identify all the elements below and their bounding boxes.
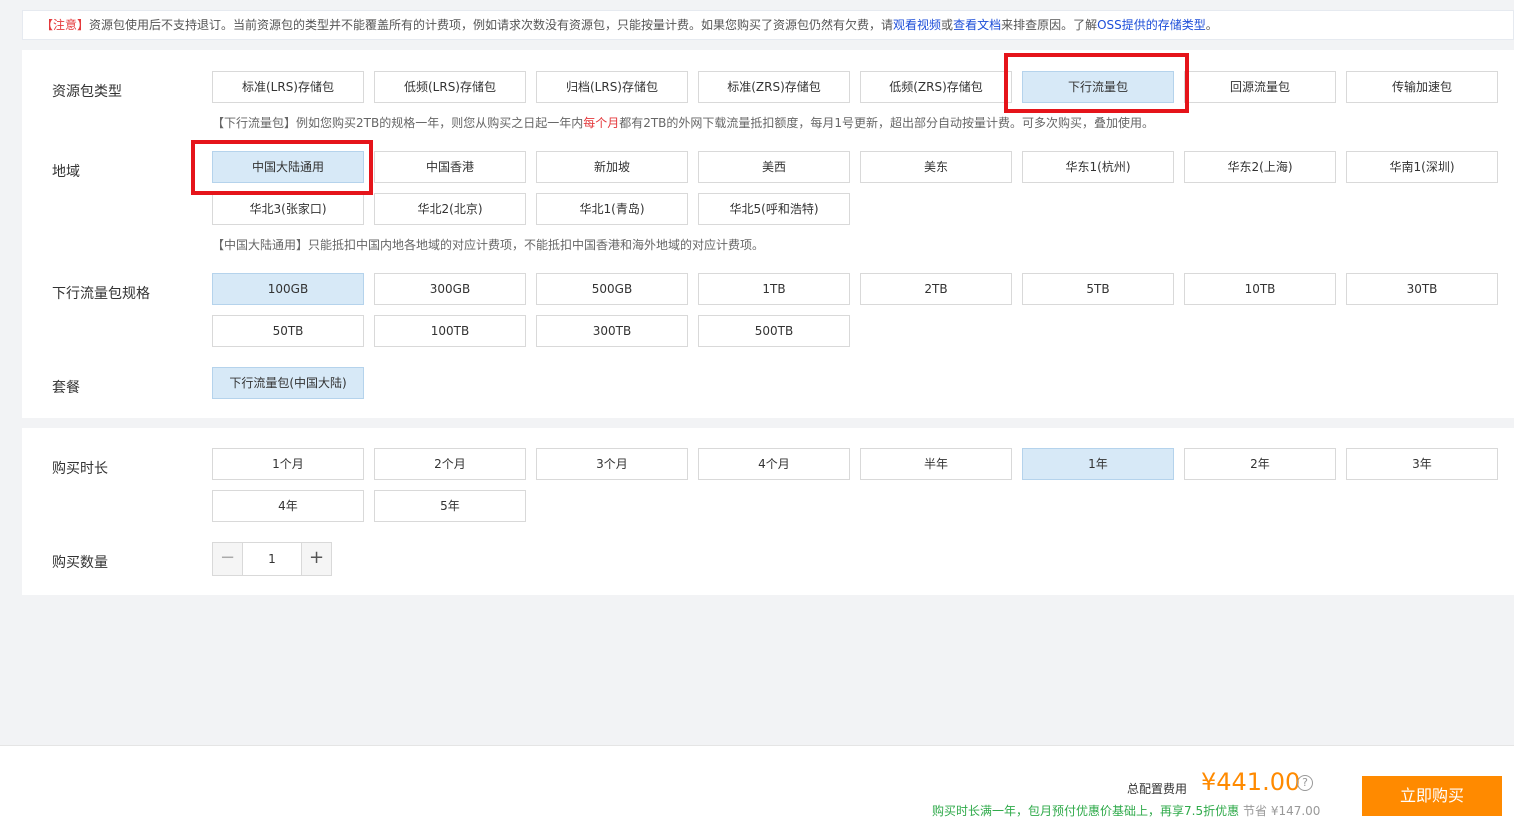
duration-option[interactable]: 2个月 (374, 448, 526, 480)
spec-option[interactable]: 100GB (212, 273, 364, 305)
duration-option[interactable]: 1年 (1022, 448, 1174, 480)
spec-option[interactable]: 100TB (374, 315, 526, 347)
quantity-label: 购买数量 (52, 555, 108, 571)
watch-video-link[interactable]: 观看视频 (893, 18, 941, 32)
package-type-option[interactable]: 标准(ZRS)存储包 (698, 71, 850, 103)
region-option[interactable]: 美东 (860, 151, 1012, 183)
decrement-button[interactable]: − (213, 543, 243, 575)
duration-option[interactable]: 3年 (1346, 448, 1498, 480)
plan-option[interactable]: 下行流量包(中国大陆) (212, 367, 364, 399)
package-type-option[interactable]: 标准(LRS)存储包 (212, 71, 364, 103)
region-option[interactable]: 美西 (698, 151, 850, 183)
spec-option[interactable]: 300GB (374, 273, 526, 305)
spec-option[interactable]: 30TB (1346, 273, 1498, 305)
region-option[interactable]: 华北1(青岛) (536, 193, 688, 225)
hint-emphasis: 每个月 (583, 116, 620, 130)
spec-option[interactable]: 300TB (536, 315, 688, 347)
hint-part-b: 都有2TB的外网下载流量抵扣额度，每月1号更新，超出部分自动按量计费。可多次购买… (619, 116, 1155, 130)
duration-option[interactable]: 半年 (860, 448, 1012, 480)
region-option[interactable]: 华北2(北京) (374, 193, 526, 225)
quantity-input[interactable]: 1 (243, 543, 301, 575)
notice-end: 。 (1205, 18, 1218, 32)
spec-option[interactable]: 1TB (698, 273, 850, 305)
spec-option[interactable]: 2TB (860, 273, 1012, 305)
total-price: ¥441.00 (1201, 768, 1301, 796)
total-cost-label: 总配置费用 (1127, 782, 1188, 796)
region-option[interactable]: 华北5(呼和浩特) (698, 193, 850, 225)
region-option[interactable]: 华东1(杭州) (1022, 151, 1174, 183)
buy-now-button[interactable]: 立即购买 (1362, 776, 1502, 816)
spec-option[interactable]: 10TB (1184, 273, 1336, 305)
notice-or: 或 (941, 18, 954, 32)
region-label: 地域 (52, 164, 80, 180)
duration-option[interactable]: 1个月 (212, 448, 364, 480)
notice-warning: 【注意】 (41, 18, 90, 32)
notice-bar: 【注意】资源包使用后不支持退订。当前资源包的类型并不能覆盖所有的计费项，例如请求… (22, 10, 1514, 40)
package-type-hint: 【下行流量包】例如您购买2TB的规格一年，则您从购买之日起一年内每个月都有2TB… (212, 114, 1154, 131)
duration-option[interactable]: 2年 (1184, 448, 1336, 480)
region-option[interactable]: 华东2(上海) (1184, 151, 1336, 183)
duration-option[interactable]: 3个月 (536, 448, 688, 480)
notice-text-2: 来排查原因。了解 (1001, 18, 1098, 32)
view-docs-link[interactable]: 查看文档 (953, 18, 1001, 32)
spec-option[interactable]: 5TB (1022, 273, 1174, 305)
package-type-option[interactable]: 传输加速包 (1346, 71, 1498, 103)
order-footer: 总配置费用 ¥441.00 ? 购买时长满一年，包月预付优惠价基础上，再享7.5… (0, 745, 1514, 833)
region-option[interactable]: 新加坡 (536, 151, 688, 183)
quantity-stepper: − 1 + (212, 542, 332, 576)
duration-option[interactable]: 4个月 (698, 448, 850, 480)
notice-text: 资源包使用后不支持退订。当前资源包的类型并不能覆盖所有的计费项，例如请求次数没有… (89, 18, 894, 32)
savings-text: 节省 ¥147.00 (1243, 804, 1321, 818)
region-option[interactable]: 中国香港 (374, 151, 526, 183)
package-config-card: 资源包类型 标准(LRS)存储包 低频(LRS)存储包 归档(LRS)存储包 标准(Z… (22, 50, 1514, 418)
purchase-config-card: 购买时长 1个月 2个月 3个月 4个月 半年 1年 2年 3年 4年 5年 购买数量 − 1 + (22, 428, 1514, 595)
duration-label: 购买时长 (52, 461, 108, 477)
plan-label: 套餐 (52, 380, 80, 396)
package-type-option[interactable]: 低频(ZRS)存储包 (860, 71, 1012, 103)
package-type-option[interactable]: 下行流量包 (1022, 71, 1174, 103)
region-hint: 【中国大陆通用】只能抵扣中国内地各地域的对应计费项，不能抵扣中国香港和海外地域的… (212, 238, 765, 252)
duration-option[interactable]: 4年 (212, 490, 364, 522)
duration-option[interactable]: 5年 (374, 490, 526, 522)
spec-option[interactable]: 500TB (698, 315, 850, 347)
region-option[interactable]: 华北3(张家口) (212, 193, 364, 225)
increment-button[interactable]: + (301, 543, 331, 575)
help-icon[interactable]: ? (1297, 775, 1313, 791)
package-type-option[interactable]: 回源流量包 (1184, 71, 1336, 103)
region-option[interactable]: 华南1(深圳) (1346, 151, 1498, 183)
storage-types-link[interactable]: OSS提供的存储类型 (1097, 18, 1206, 32)
package-type-option[interactable]: 低频(LRS)存储包 (374, 71, 526, 103)
region-option[interactable]: 中国大陆通用 (212, 151, 364, 183)
discount-text: 购买时长满一年，包月预付优惠价基础上，再享7.5折优惠 (932, 804, 1240, 818)
spec-option[interactable]: 50TB (212, 315, 364, 347)
hint-part-a: 【下行流量包】例如您购买2TB的规格一年，则您从购买之日起一年内 (212, 116, 584, 130)
spec-label: 下行流量包规格 (52, 286, 150, 302)
package-type-label: 资源包类型 (52, 84, 122, 100)
spec-option[interactable]: 500GB (536, 273, 688, 305)
package-type-option[interactable]: 归档(LRS)存储包 (536, 71, 688, 103)
